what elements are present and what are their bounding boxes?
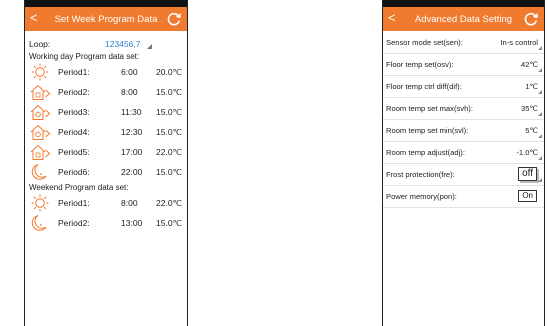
loop-label: Loop: [29,39,51,49]
dropdown-corner-icon [538,68,542,72]
setting-value[interactable]: 5℃ [525,126,538,135]
house-sun-icon [29,123,51,141]
period-label: Period6: [58,167,90,177]
page-title: Advanced Data Setting [414,13,513,25]
dropdown-corner-icon [538,46,542,50]
setting-row-sensor-mode[interactable]: Sensor mode set(sen): In-s control [383,32,544,54]
period-temp[interactable]: 22.0℃ [156,198,182,209]
period-time[interactable]: 17:00 [121,147,142,157]
period-time[interactable]: 12:30 [121,127,142,137]
dropdown-corner-icon [538,178,542,182]
setting-value[interactable]: 1℃ [525,82,538,91]
house-away-icon [29,143,51,161]
header-bar: < Set Week Program Data [25,7,187,31]
period-temp[interactable]: 15.0℃ [156,107,182,118]
setting-row-power-memory[interactable]: Power memory(pon): On [383,186,544,208]
period-time[interactable]: 11:30 [121,107,142,117]
setting-label: Power memory(pon): [386,192,457,201]
dropdown-corner-icon [147,44,152,49]
loop-row: Loop: 123456,7 [25,39,187,51]
power-memory-toggle[interactable]: On [518,190,537,202]
status-bar [383,0,544,7]
back-arrow-icon[interactable]: < [30,10,38,26]
period-row[interactable]: Period6: 22:00 15.0℃ [25,162,187,182]
period-temp[interactable]: 15.0℃ [156,127,182,138]
period-temp[interactable]: 15.0℃ [156,167,182,178]
period-time[interactable]: 22:00 [121,167,142,177]
frost-toggle[interactable]: off [518,167,537,181]
period-label: Period2: [58,87,90,97]
dropdown-corner-icon [538,112,542,116]
period-label: Period3: [58,107,90,117]
period-time[interactable]: 8:00 [121,87,138,97]
setting-row-frost-protection[interactable]: Frost protection(fre): off [383,164,544,186]
setting-label: Room temp adjust(adj): [386,148,465,157]
sun-icon [29,194,51,212]
back-arrow-icon[interactable]: < [388,10,396,26]
period-label: Period2: [58,218,90,228]
weekend-period-list: Period1: 8:00 22.0℃ Period2: 13:00 15.0℃ [25,193,187,233]
period-label: Period5: [58,147,90,157]
period-label: Period1: [58,67,90,77]
moon-icon [29,163,51,181]
setting-row-floor-diff[interactable]: Floor temp ctrl diff(dif): 1℃ [383,76,544,98]
setting-row-room-max[interactable]: Room temp set max(svh): 35℃ [383,98,544,120]
setting-label: Frost protection(fre): [386,170,455,179]
setting-row-room-adjust[interactable]: Room temp adjust(adj): -1.0℃ [383,142,544,164]
advanced-settings-screen: < Advanced Data Setting Sensor mode set(… [382,0,545,326]
period-label: Period4: [58,127,90,137]
moon-icon [29,214,51,232]
weekend-header: Weekend Program data set: [29,183,129,192]
setting-value[interactable]: In-s control [500,38,538,47]
period-row[interactable]: Period1: 8:00 22.0℃ [25,193,187,213]
page-title: Set Week Program Data [54,13,158,25]
period-temp[interactable]: 15.0℃ [156,87,182,98]
setting-value[interactable]: 35℃ [521,104,538,113]
period-row[interactable]: Period2: 8:00 15.0℃ [25,82,187,102]
period-temp[interactable]: 20.0℃ [156,67,182,78]
status-bar [25,0,187,7]
period-temp[interactable]: 15.0℃ [156,218,182,229]
loop-value[interactable]: 123456,7 [105,39,140,49]
period-row[interactable]: Period5: 17:00 22.0℃ [25,142,187,162]
setting-label: Room temp set min(svl): [386,126,469,135]
refresh-icon[interactable] [166,11,182,27]
setting-row-room-min[interactable]: Room temp set min(svl): 5℃ [383,120,544,142]
dropdown-corner-icon [538,90,542,94]
working-period-list: Period1: 6:00 20.0℃ Period2: 8:00 15.0℃ … [25,62,187,182]
period-label: Period1: [58,198,90,208]
period-time[interactable]: 6:00 [121,67,138,77]
sun-icon [29,63,51,81]
header-bar: < Advanced Data Setting [383,7,544,31]
dropdown-corner-icon [538,134,542,138]
house-sun-icon [29,103,51,121]
working-day-header: Working day Program data set: [29,52,140,61]
period-row[interactable]: Period2: 13:00 15.0℃ [25,213,187,233]
house-away-icon [29,83,51,101]
setting-label: Sensor mode set(sen): [386,38,463,47]
dropdown-corner-icon [538,156,542,160]
setting-label: Room temp set max(svh): [386,104,473,113]
period-temp[interactable]: 22.0℃ [156,147,182,158]
period-time[interactable]: 13:00 [121,218,142,228]
setting-value[interactable]: -1.0℃ [516,148,538,157]
setting-label: Floor temp ctrl diff(dif): [386,82,462,91]
settings-list: Sensor mode set(sen): In-s control Floor… [383,31,544,208]
period-row[interactable]: Period4: 12:30 15.0℃ [25,122,187,142]
setting-label: Floor temp set(osv): [386,60,454,69]
week-program-screen: < Set Week Program Data Loop: 123456,7 W… [24,0,188,326]
setting-value[interactable]: 42℃ [521,60,538,69]
period-row[interactable]: Period1: 6:00 20.0℃ [25,62,187,82]
period-row[interactable]: Period3: 11:30 15.0℃ [25,102,187,122]
setting-row-floor-temp[interactable]: Floor temp set(osv): 42℃ [383,54,544,76]
refresh-icon[interactable] [523,11,539,27]
period-time[interactable]: 8:00 [121,198,138,208]
